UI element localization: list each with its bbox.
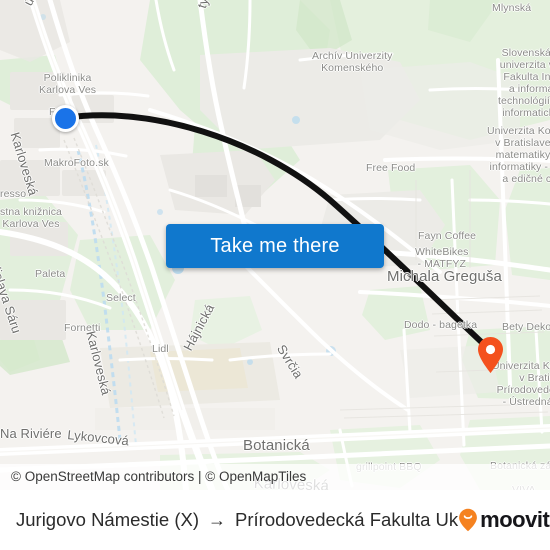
take-me-there-button[interactable]: Take me there bbox=[166, 224, 384, 268]
map-canvas[interactable]: údolietyMlynskáArchív Univerzity Komensk… bbox=[0, 0, 550, 490]
destination-marker[interactable] bbox=[476, 336, 505, 374]
route-summary: Jurigovo Námestie (X) → Prírodovedecká F… bbox=[16, 509, 458, 531]
route-arrow-icon: → bbox=[208, 509, 227, 530]
map-pin-icon bbox=[478, 337, 503, 373]
map-route-preview: údolietyMlynskáArchív Univerzity Komensk… bbox=[0, 0, 550, 550]
moovit-logo[interactable]: moovit bbox=[458, 507, 550, 533]
moovit-wordmark: moovit bbox=[480, 507, 550, 532]
map-attribution: © OpenStreetMap contributors | © OpenMap… bbox=[0, 464, 550, 490]
route-origin-label: Jurigovo Námestie (X) bbox=[16, 509, 200, 530]
moovit-pin-icon bbox=[459, 508, 478, 532]
origin-marker[interactable] bbox=[52, 105, 79, 132]
route-destination-label: Prírodovedecká Fakulta Uk bbox=[235, 509, 459, 530]
footer-bar: Jurigovo Námestie (X) → Prírodovedecká F… bbox=[0, 490, 550, 550]
